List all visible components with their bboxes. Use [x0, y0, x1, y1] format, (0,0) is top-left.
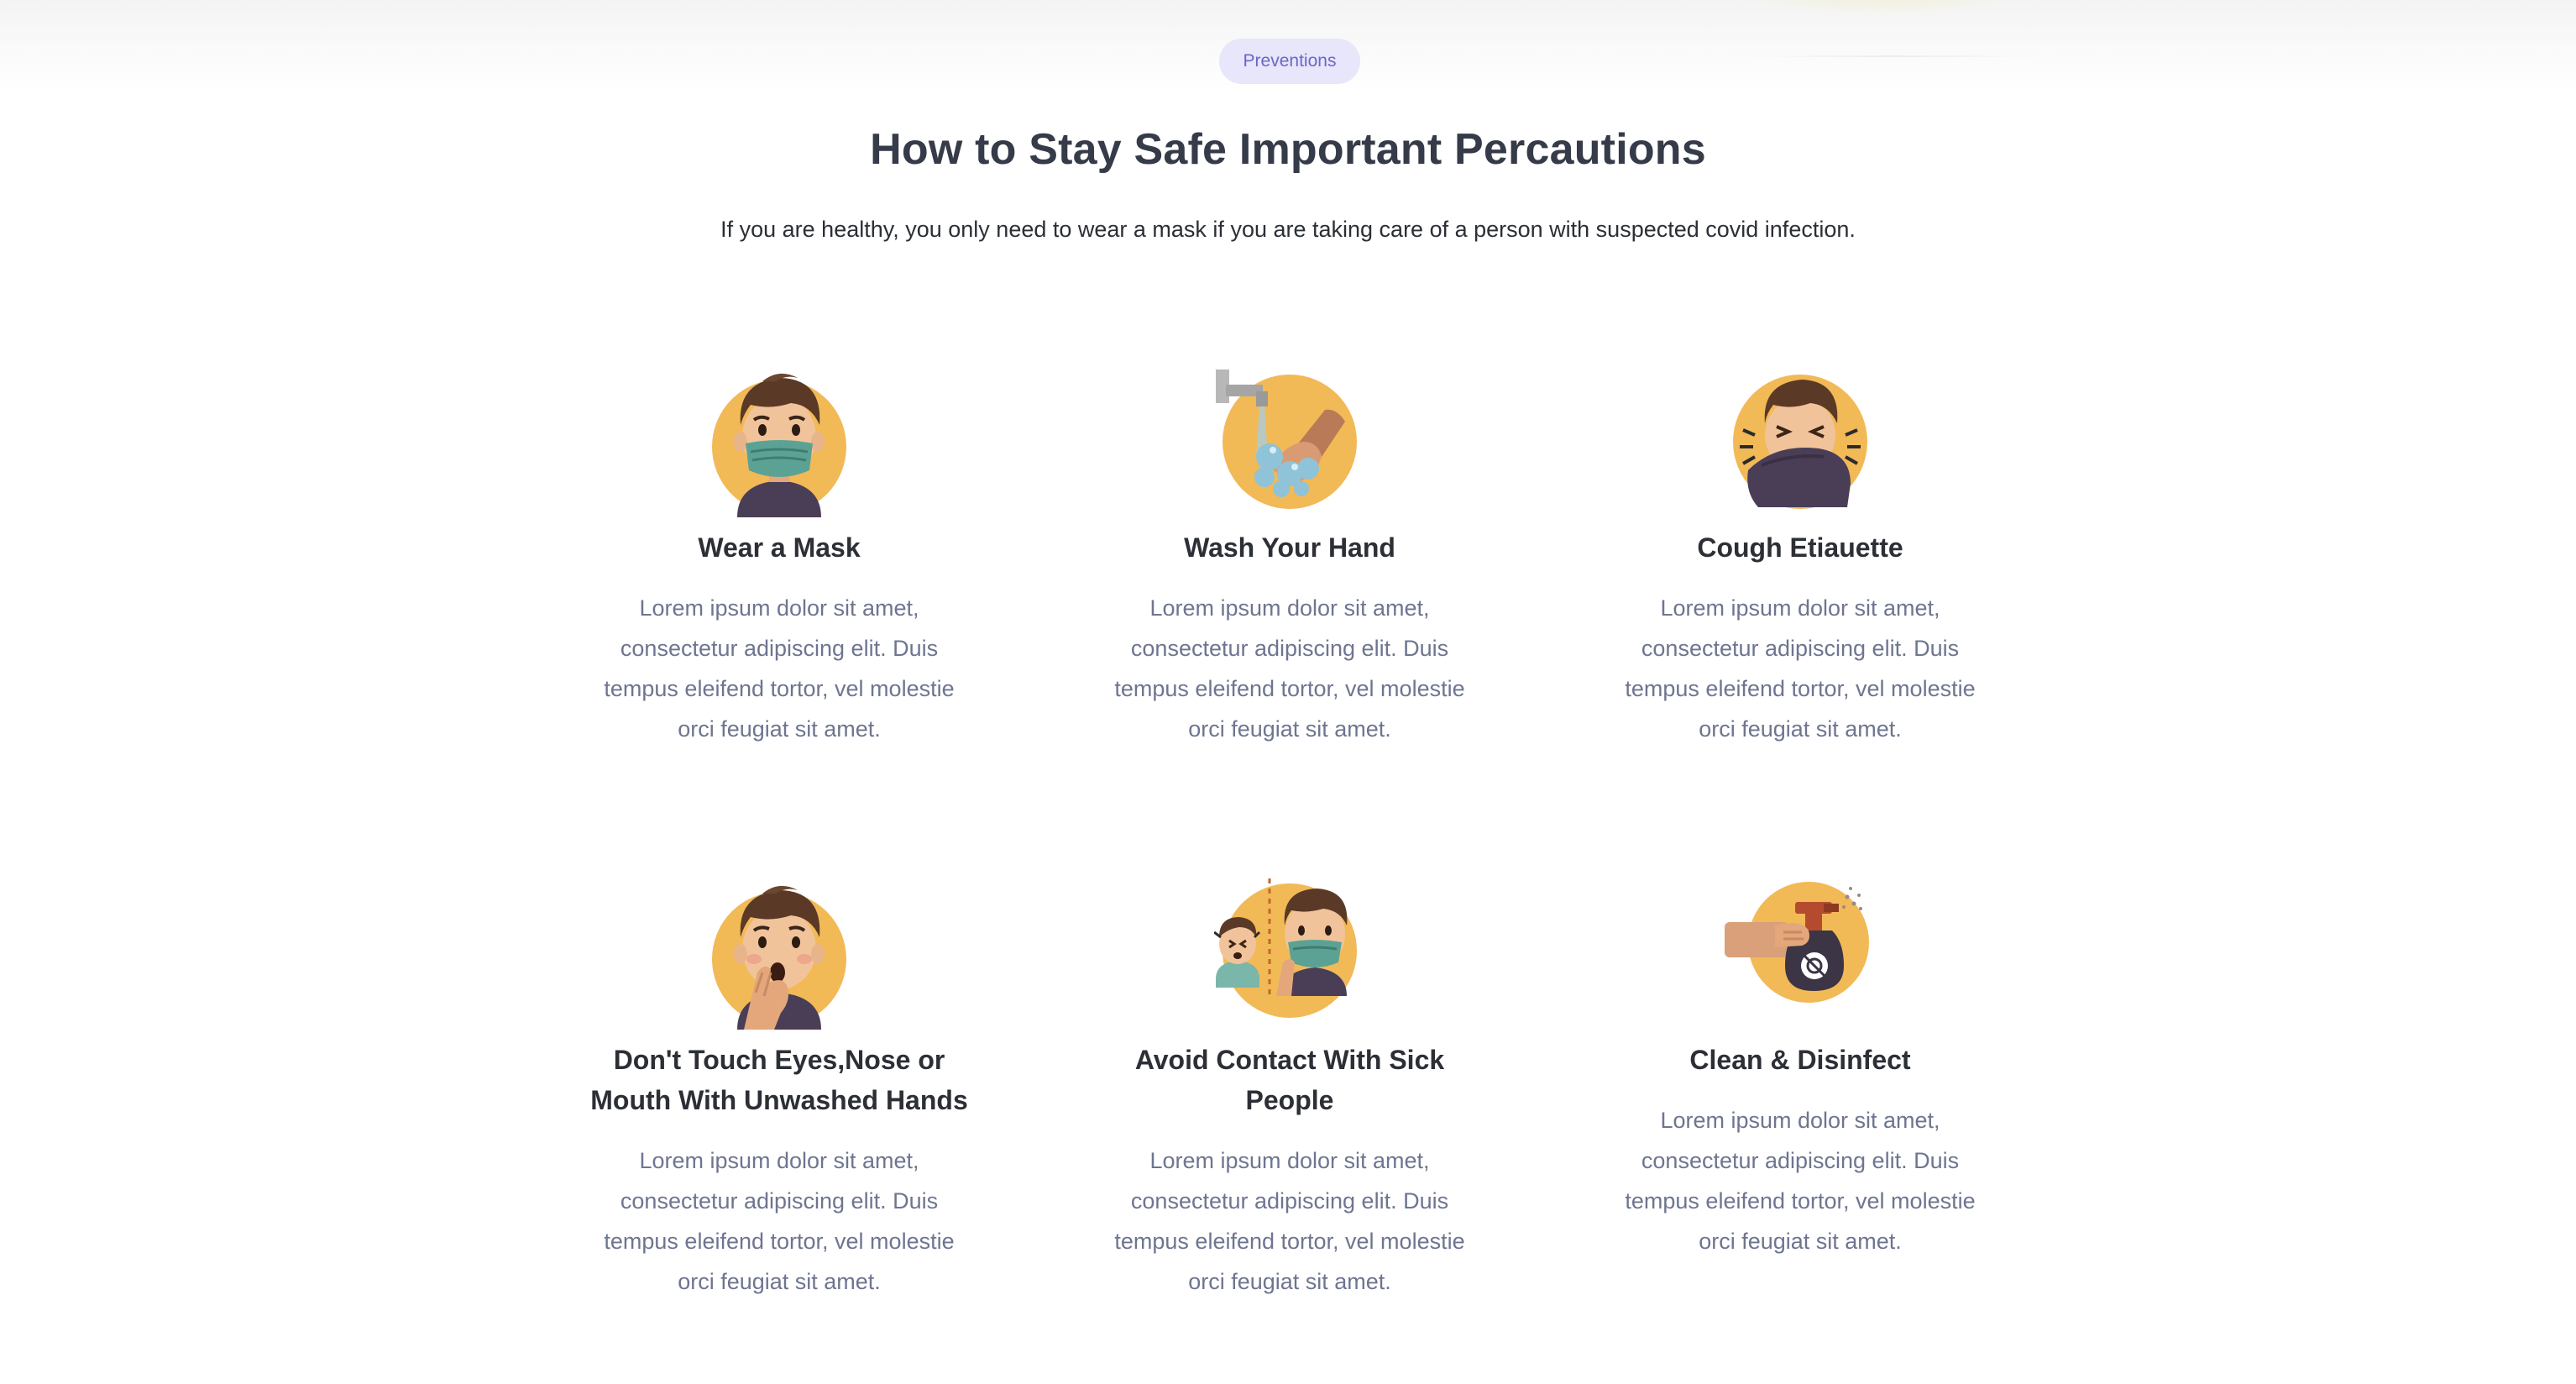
- card-text: Lorem ipsum dolor sit amet, consectetur …: [1625, 1108, 1976, 1254]
- prevention-card-avoid-contact: Avoid Contact With Sick People Lorem ips…: [1088, 878, 1491, 1302]
- card-title: Don't Touch Eyes,Nose or Mouth With Unwa…: [590, 1045, 968, 1115]
- social-distance-icon: [1088, 878, 1491, 1030]
- prevention-card-wear-mask: Wear a Mask Lorem ipsum dolor sit amet, …: [578, 366, 981, 749]
- card-text: Lorem ipsum dolor sit amet, consectetur …: [604, 595, 955, 742]
- section-badge: Preventions: [1219, 39, 1360, 84]
- section-title: How to Stay Safe Important Percautions: [870, 125, 1706, 174]
- card-text: Lorem ipsum dolor sit amet, consectetur …: [604, 1148, 955, 1294]
- card-text: Lorem ipsum dolor sit amet, consectetur …: [1625, 595, 1976, 742]
- card-title: Clean & Disinfect: [1689, 1045, 1911, 1075]
- card-title: Cough Etiauette: [1697, 532, 1903, 563]
- mask-person-icon: [578, 366, 981, 517]
- card-title: Wear a Mask: [698, 532, 861, 563]
- prevention-card-wash-hand: Wash Your Hand Lorem ipsum dolor sit ame…: [1088, 366, 1491, 749]
- card-title: Wash Your Hand: [1184, 532, 1395, 563]
- preventions-section: Preventions How to Stay Safe Important P…: [0, 0, 2576, 1384]
- card-text: Lorem ipsum dolor sit amet, consectetur …: [1114, 1148, 1465, 1294]
- card-text: Lorem ipsum dolor sit amet, consectetur …: [1114, 595, 1465, 742]
- cough-elbow-icon: [1599, 366, 2002, 517]
- hand-washing-icon: [1088, 366, 1491, 517]
- disinfect-spray-icon: [1599, 878, 2002, 1030]
- prevention-card-no-face-touch: Don't Touch Eyes,Nose or Mouth With Unwa…: [578, 878, 981, 1302]
- section-subtitle: If you are healthy, you only need to wea…: [720, 217, 1856, 242]
- prevention-card-clean-disinfect: Clean & Disinfect Lorem ipsum dolor sit …: [1599, 878, 2002, 1261]
- no-face-touch-icon: [578, 878, 981, 1030]
- prevention-card-cough-etiquette: Cough Etiauette Lorem ipsum dolor sit am…: [1599, 366, 2002, 749]
- card-title: Avoid Contact With Sick People: [1134, 1045, 1445, 1115]
